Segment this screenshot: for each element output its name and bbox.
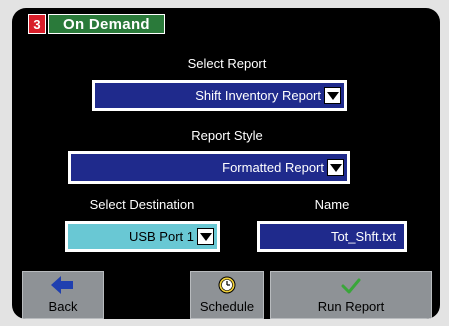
run-report-label: Run Report <box>317 299 385 314</box>
report-style-value: Formatted Report <box>222 160 324 175</box>
report-style-dropdown[interactable]: Formatted Report <box>68 151 350 184</box>
back-button[interactable]: Back <box>22 271 104 319</box>
chevron-down-icon[interactable] <box>197 228 214 245</box>
chevron-down-icon[interactable] <box>324 87 341 104</box>
back-label: Back <box>48 299 78 314</box>
device-bezel: 3 On Demand Select Report Shift Inventor… <box>0 0 449 326</box>
schedule-label: Schedule <box>199 299 255 314</box>
run-report-button[interactable]: Run Report <box>270 271 432 319</box>
clock-icon <box>218 276 236 297</box>
select-report-dropdown[interactable]: Shift Inventory Report <box>92 80 347 111</box>
screen: 3 On Demand Select Report Shift Inventor… <box>12 8 440 319</box>
select-report-value: Shift Inventory Report <box>195 88 321 103</box>
page-title: On Demand <box>48 14 165 34</box>
chevron-down-icon[interactable] <box>327 159 344 176</box>
report-style-label: Report Style <box>191 128 263 143</box>
destination-value: USB Port 1 <box>128 229 194 244</box>
schedule-button[interactable]: Schedule <box>190 271 264 319</box>
screen-number-badge: 3 <box>28 14 46 34</box>
select-report-label: Select Report <box>187 56 267 71</box>
title-bar: 3 On Demand <box>28 14 165 36</box>
name-label: Name <box>314 197 350 212</box>
destination-dropdown[interactable]: USB Port 1 <box>65 221 220 252</box>
arrow-left-icon <box>51 276 75 297</box>
destination-label: Select Destination <box>89 197 195 212</box>
name-field[interactable]: Tot_Shft.txt <box>257 221 407 252</box>
checkmark-icon <box>341 278 361 297</box>
